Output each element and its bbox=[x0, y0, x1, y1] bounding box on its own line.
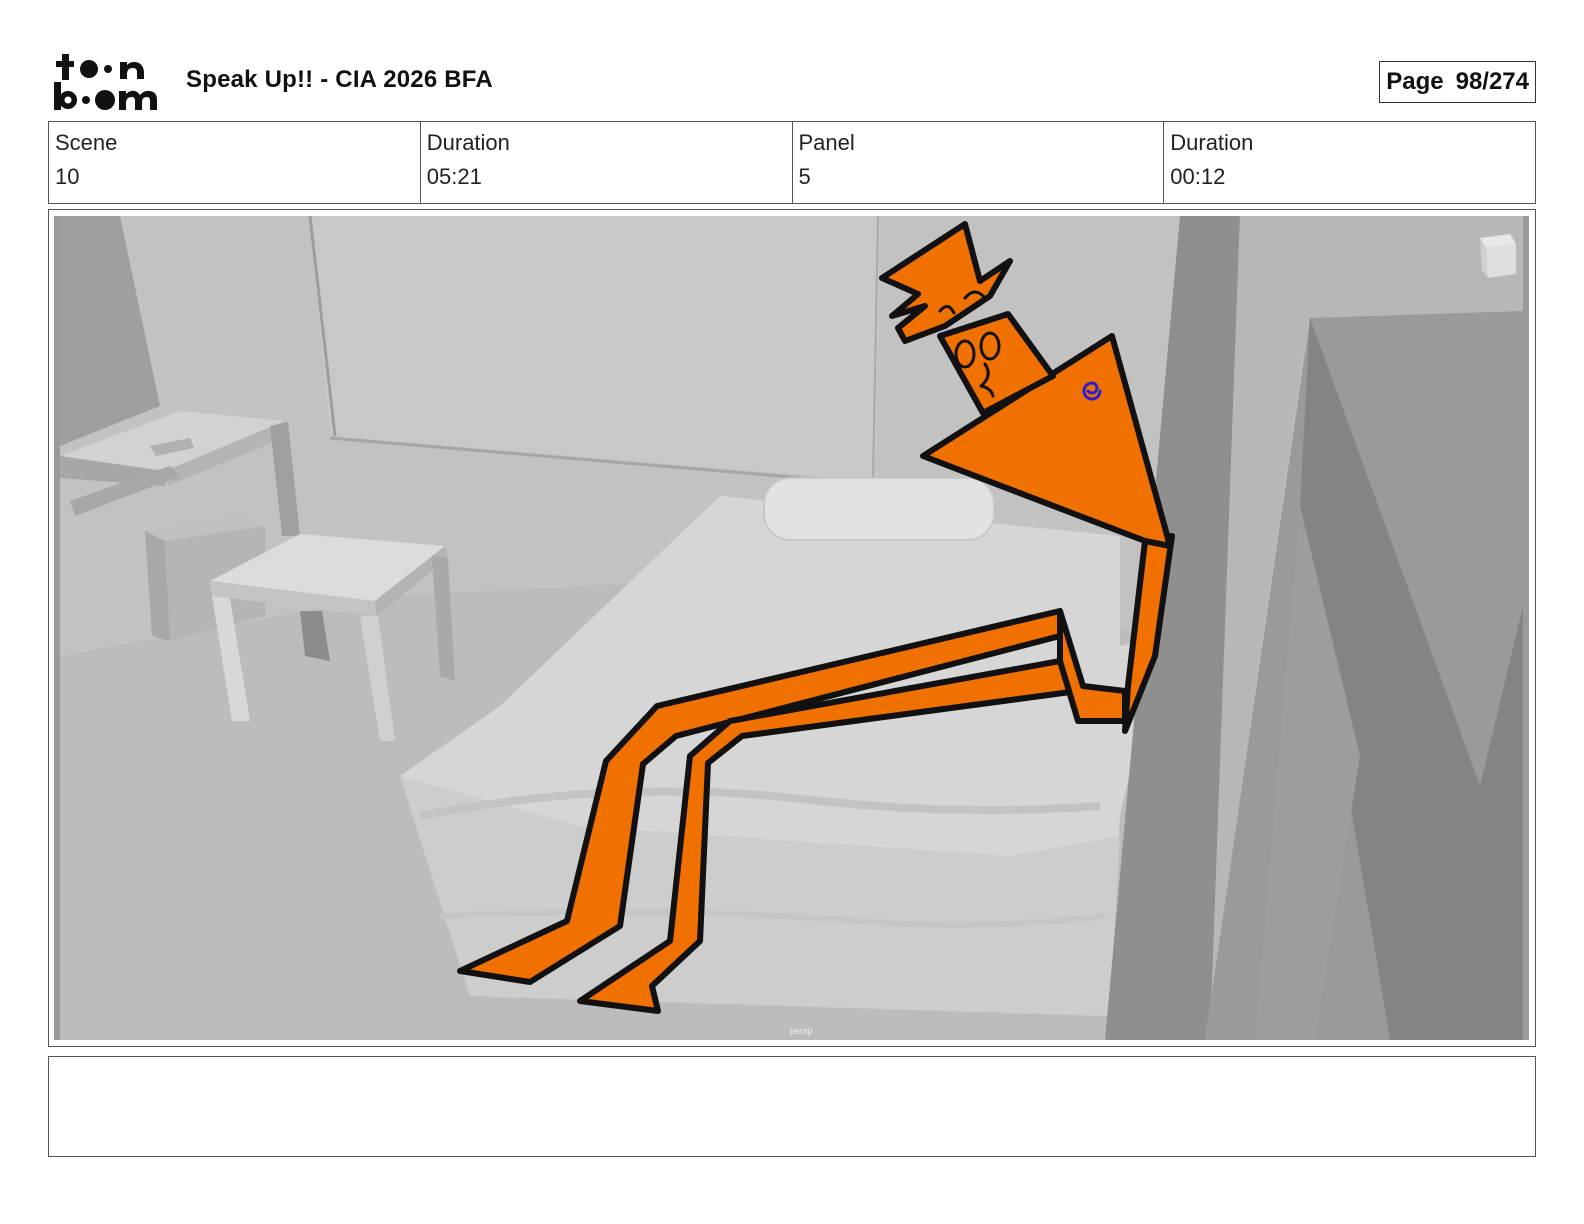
pillow bbox=[763, 477, 995, 541]
panel-duration-label: Duration bbox=[1170, 130, 1254, 155]
toonboom-logo bbox=[52, 52, 164, 112]
project-title: Speak Up!! - CIA 2026 BFA bbox=[186, 66, 493, 93]
scene-value: 10 bbox=[55, 164, 80, 189]
scene-label: Scene bbox=[55, 130, 118, 155]
viewport-label: persp bbox=[790, 1026, 813, 1036]
scene-duration-cell: Duration 05:21 bbox=[421, 122, 793, 203]
panel-duration-cell: Duration 00:12 bbox=[1164, 122, 1535, 203]
panel-value: 5 bbox=[798, 164, 811, 189]
view-cube-icon[interactable] bbox=[1480, 234, 1516, 278]
scene-info-table: Scene 10 Duration 05:21 Panel 5 Duration… bbox=[48, 121, 1536, 204]
page-indicator: Page 98/274 bbox=[1379, 61, 1536, 103]
panel-frame: persp bbox=[48, 209, 1536, 1047]
storyboard-header: Speak Up!! - CIA 2026 BFA Page 98/274 bbox=[48, 48, 1536, 114]
page-label: Page bbox=[1386, 68, 1444, 95]
scene-duration-value: 05:21 bbox=[426, 164, 482, 189]
panel-notes-box[interactable] bbox=[48, 1056, 1536, 1157]
panel-duration-value: 00:12 bbox=[1170, 164, 1226, 189]
scene-cell: Scene 10 bbox=[49, 122, 421, 203]
panel-label: Panel bbox=[798, 130, 855, 155]
panel-drawing: persp bbox=[54, 216, 1529, 1040]
panel-cell: Panel 5 bbox=[793, 122, 1165, 203]
scene-duration-label: Duration bbox=[426, 130, 510, 155]
wall-panel bbox=[310, 216, 880, 481]
page-number: 98/274 bbox=[1455, 68, 1529, 95]
